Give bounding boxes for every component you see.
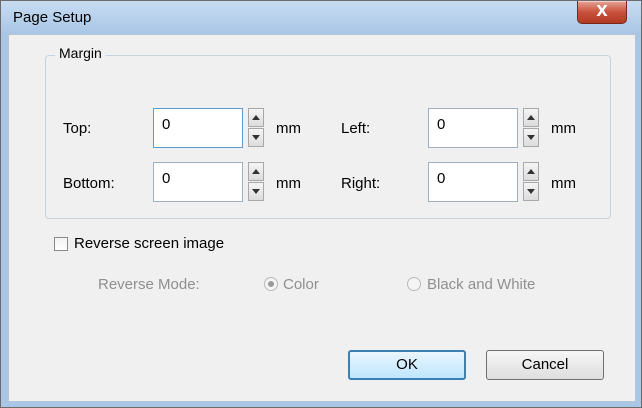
right-margin-spinner[interactable] [523,162,539,202]
black-and-white-radio-label[interactable]: Black and White [427,276,535,293]
chevron-down-icon [252,189,260,194]
chevron-down-icon [527,189,535,194]
left-label: Left: [341,120,371,137]
top-unit-label: mm [276,120,301,137]
right-margin-down-button[interactable] [523,182,539,201]
chevron-up-icon [527,115,535,120]
right-label: Right: [341,175,381,192]
radio-selected-dot [268,281,274,287]
top-margin-spinner[interactable] [248,108,264,148]
close-button[interactable]: X [577,1,627,24]
right-margin-input[interactable]: 0 [428,162,518,202]
chevron-down-icon [252,135,260,140]
bottom-unit-label: mm [276,175,301,192]
chevron-up-icon [252,169,260,174]
top-margin-input[interactable]: 0 [153,108,243,148]
right-margin-up-button[interactable] [523,162,539,181]
close-icon: X [596,2,608,20]
bottom-margin-input[interactable]: 0 [153,162,243,202]
chevron-down-icon [527,135,535,140]
margin-group-title: Margin [55,45,106,61]
left-unit-label: mm [551,120,576,137]
bottom-label: Bottom: [63,175,115,192]
bottom-margin-up-button[interactable] [248,162,264,181]
reverse-mode-label: Reverse Mode: [98,276,200,293]
left-margin-up-button[interactable] [523,108,539,127]
chevron-up-icon [527,169,535,174]
top-label: Top: [63,120,92,137]
color-radio[interactable] [264,277,278,291]
left-margin-input[interactable]: 0 [428,108,518,148]
chevron-up-icon [252,115,260,120]
left-margin-spinner[interactable] [523,108,539,148]
reverse-screen-checkbox[interactable] [54,237,68,251]
title-bar[interactable]: Page Setup X [1,1,641,34]
ok-button[interactable]: OK [348,350,466,380]
bottom-margin-down-button[interactable] [248,182,264,201]
black-and-white-radio[interactable] [407,277,421,291]
reverse-screen-label[interactable]: Reverse screen image [74,235,224,252]
left-margin-down-button[interactable] [523,128,539,147]
color-radio-label[interactable]: Color [283,276,319,293]
bottom-margin-spinner[interactable] [248,162,264,202]
right-unit-label: mm [551,175,576,192]
page-setup-dialog: Page Setup X Margin Top: 0 mm Left: 0 mm… [0,0,642,408]
window-title: Page Setup [13,9,92,26]
top-margin-up-button[interactable] [248,108,264,127]
top-margin-down-button[interactable] [248,128,264,147]
cancel-button[interactable]: Cancel [486,350,604,380]
